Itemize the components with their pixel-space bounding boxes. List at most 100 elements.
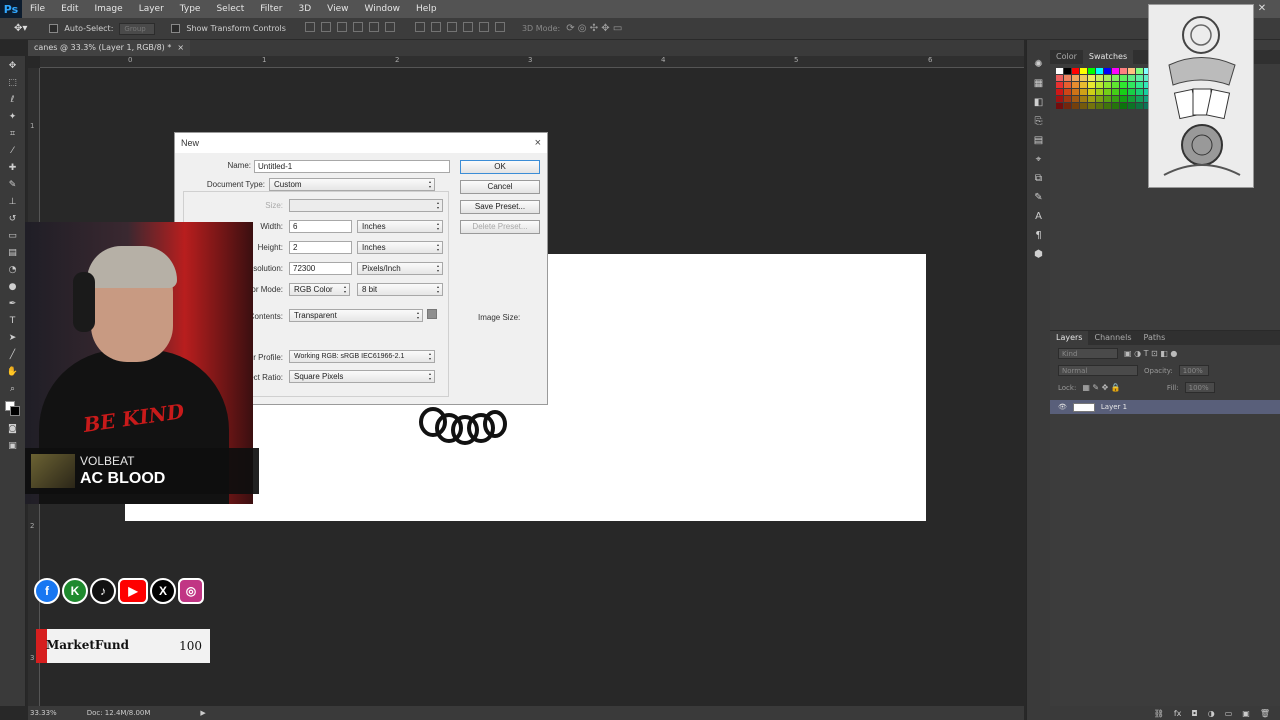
distribute-center-icon[interactable] xyxy=(478,22,489,32)
swatch[interactable] xyxy=(1120,75,1127,81)
link-layers-icon[interactable]: ⛓ xyxy=(1154,709,1164,718)
tab-layers[interactable]: Layers xyxy=(1050,331,1089,345)
swatch[interactable] xyxy=(1072,103,1079,109)
color-swatch-icon[interactable] xyxy=(4,399,21,419)
group-icon[interactable]: ▭ xyxy=(1225,709,1233,718)
swatch[interactable] xyxy=(1120,68,1127,74)
swatch[interactable] xyxy=(1064,89,1071,95)
menu-help[interactable]: Help xyxy=(408,0,445,18)
tab-color[interactable]: Color xyxy=(1050,50,1083,64)
screen-mode-icon[interactable]: ▣ xyxy=(5,439,21,453)
filter-icons[interactable]: ▣ ◑ T ⊡ ◧ ● xyxy=(1124,349,1177,358)
height-unit-dropdown[interactable]: Inches xyxy=(357,241,443,254)
swatch[interactable] xyxy=(1112,103,1119,109)
auto-select-checkbox[interactable] xyxy=(49,24,59,33)
swatch[interactable] xyxy=(1072,96,1079,102)
swatch[interactable] xyxy=(1088,82,1095,88)
align-left-icon[interactable] xyxy=(352,22,363,32)
swatch[interactable] xyxy=(1104,68,1111,74)
swatch[interactable] xyxy=(1064,103,1071,109)
tool-presets-icon[interactable]: ✎ xyxy=(1031,191,1047,205)
lasso-tool-icon[interactable]: ℓ xyxy=(5,93,21,107)
menu-3d[interactable]: 3D xyxy=(291,0,320,18)
delete-layer-icon[interactable]: 🗑 xyxy=(1260,709,1270,718)
clone-stamp-icon[interactable]: ⊥ xyxy=(5,195,21,209)
move-tool-icon[interactable]: ✥ xyxy=(5,59,21,73)
fill-field[interactable]: 100% xyxy=(1184,382,1215,393)
swatch[interactable] xyxy=(1112,82,1119,88)
size-dropdown[interactable] xyxy=(289,199,443,212)
swatch[interactable] xyxy=(1096,103,1103,109)
ok-button[interactable]: OK xyxy=(460,160,540,174)
bit-depth-dropdown[interactable]: 8 bit xyxy=(357,283,443,296)
dodge-tool-icon[interactable]: ● xyxy=(5,280,21,294)
layer-row[interactable]: 👁 Layer 1 xyxy=(1050,400,1280,414)
zoom-tool-icon[interactable]: ⌕ xyxy=(5,382,21,396)
brush-presets-icon[interactable]: ⌖ xyxy=(1031,153,1047,167)
swatch[interactable] xyxy=(1056,89,1063,95)
swatch[interactable] xyxy=(1120,103,1127,109)
shape-tool-icon[interactable]: ╱ xyxy=(5,348,21,362)
cancel-button[interactable]: Cancel xyxy=(460,180,540,194)
swatch[interactable] xyxy=(1096,75,1103,81)
color-mode-dropdown[interactable]: RGB Color xyxy=(289,283,350,296)
align-bottom-icon[interactable] xyxy=(336,22,347,32)
swatch[interactable] xyxy=(1064,68,1071,74)
clone-source-icon[interactable]: ⧉ xyxy=(1031,172,1047,186)
height-input[interactable]: 2 xyxy=(289,241,352,254)
swatch[interactable] xyxy=(1128,89,1135,95)
swatch[interactable] xyxy=(1080,68,1087,74)
swatch[interactable] xyxy=(1096,82,1103,88)
healing-brush-icon[interactable]: ✚ xyxy=(5,161,21,175)
swatch[interactable] xyxy=(1112,68,1119,74)
save-preset-button[interactable]: Save Preset... xyxy=(460,200,540,214)
adjustments-icon[interactable]: ▦ xyxy=(1031,77,1047,91)
align-middle-icon[interactable] xyxy=(320,22,331,32)
swatch[interactable] xyxy=(1088,75,1095,81)
styles-icon[interactable]: ◧ xyxy=(1031,96,1047,110)
character-icon[interactable]: A xyxy=(1031,210,1047,224)
swatch[interactable] xyxy=(1128,82,1135,88)
swatch[interactable] xyxy=(1096,96,1103,102)
swatch[interactable] xyxy=(1056,96,1063,102)
quick-mask-icon[interactable]: ◙ xyxy=(5,422,21,436)
swatch[interactable] xyxy=(1080,89,1087,95)
menu-type[interactable]: Type xyxy=(172,0,209,18)
menu-view[interactable]: View xyxy=(319,0,356,18)
properties-icon[interactable]: ▤ xyxy=(1031,134,1047,148)
swatch[interactable] xyxy=(1120,82,1127,88)
align-top-icon[interactable] xyxy=(304,22,315,32)
menu-image[interactable]: Image xyxy=(87,0,131,18)
swatch[interactable] xyxy=(1064,82,1071,88)
align-right-icon[interactable] xyxy=(384,22,395,32)
type-tool-icon[interactable]: T xyxy=(5,314,21,328)
lock-icons[interactable]: ▦ ✎ ✥ 🔒 xyxy=(1082,383,1121,392)
distribute-right-icon[interactable] xyxy=(494,22,505,32)
swatch[interactable] xyxy=(1136,82,1143,88)
width-input[interactable]: 6 xyxy=(289,220,352,233)
swatch[interactable] xyxy=(1104,75,1111,81)
swatch[interactable] xyxy=(1088,68,1095,74)
swatch[interactable] xyxy=(1120,89,1127,95)
swatch[interactable] xyxy=(1104,89,1111,95)
marquee-tool-icon[interactable]: ⬚ xyxy=(5,76,21,90)
swatch[interactable] xyxy=(1096,68,1103,74)
menu-select[interactable]: Select xyxy=(208,0,252,18)
swatch[interactable] xyxy=(1104,82,1111,88)
distribute-icons[interactable] xyxy=(412,22,508,35)
menu-edit[interactable]: Edit xyxy=(53,0,86,18)
swatch[interactable] xyxy=(1080,82,1087,88)
doc-size[interactable]: Doc: 12.4M/8.00M xyxy=(87,709,151,717)
swatch[interactable] xyxy=(1112,75,1119,81)
menu-file[interactable]: File xyxy=(22,0,53,18)
crop-tool-icon[interactable]: ⌗ xyxy=(5,127,21,141)
brush-tool-icon[interactable]: ✎ xyxy=(5,178,21,192)
tab-channels[interactable]: Channels xyxy=(1088,331,1137,345)
swatch[interactable] xyxy=(1088,103,1095,109)
path-select-icon[interactable]: ➤ xyxy=(5,331,21,345)
swatch[interactable] xyxy=(1104,96,1111,102)
gradient-tool-icon[interactable]: ▤ xyxy=(5,246,21,260)
new-layer-icon[interactable]: ▣ xyxy=(1242,709,1250,718)
swatch[interactable] xyxy=(1136,96,1143,102)
swatch[interactable] xyxy=(1128,103,1135,109)
